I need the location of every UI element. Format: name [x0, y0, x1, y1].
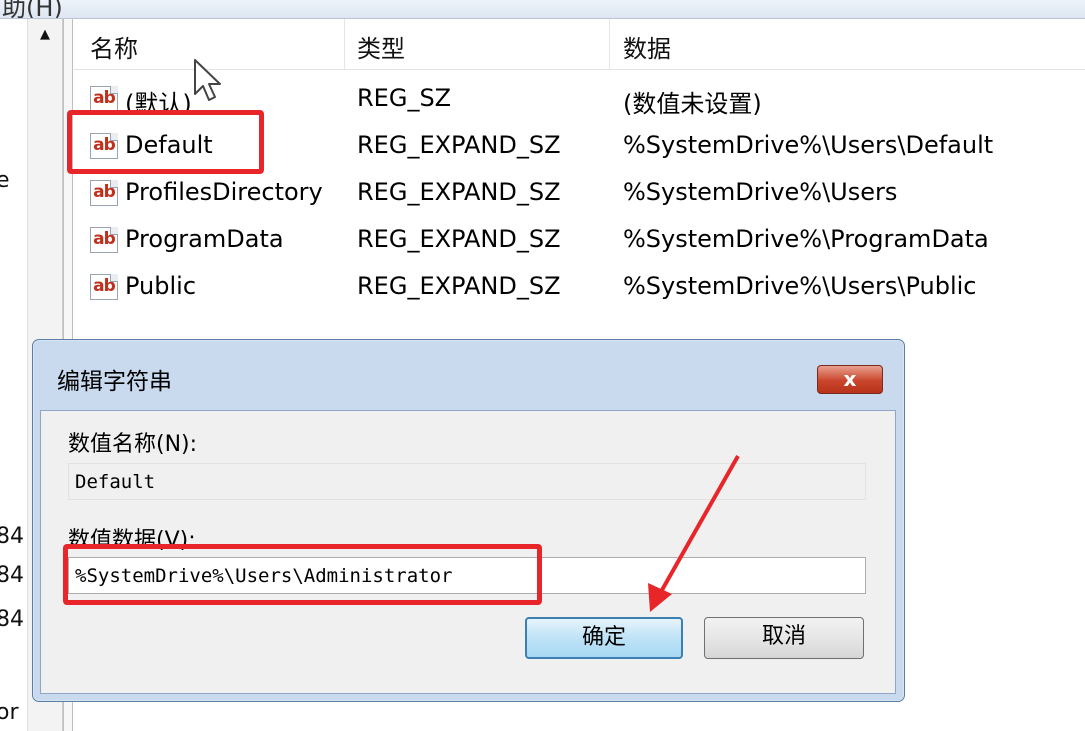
cancel-button[interactable]: 取消	[704, 617, 864, 659]
edit-string-dialog: 编辑字符串 x 数值名称(N): Default 数值数据(V): %Syste…	[32, 339, 905, 702]
column-header-data[interactable]: 数据	[623, 29, 671, 64]
value-type: REG_EXPAND_SZ	[357, 272, 561, 300]
value-data: %SystemDrive%\ProgramData	[623, 225, 989, 253]
value-type: REG_SZ	[357, 84, 452, 112]
column-divider[interactable]	[609, 19, 610, 69]
dialog-title: 编辑字符串	[57, 369, 172, 395]
column-divider[interactable]	[344, 19, 345, 69]
close-icon: x	[843, 367, 857, 391]
value-type: REG_EXPAND_SZ	[357, 131, 561, 159]
tree-fragment: e	[0, 168, 10, 193]
registry-value-row[interactable]: ab Public REG_EXPAND_SZ %SystemDrive%\Us…	[74, 264, 1085, 310]
value-data: %SystemDrive%\Users	[623, 178, 898, 206]
menu-bar: 助(H)	[0, 0, 1085, 19]
value-data: %SystemDrive%\Users\Public	[623, 272, 977, 300]
value-name: ProfilesDirectory	[125, 178, 323, 206]
string-value-icon: ab	[90, 86, 118, 112]
string-value-icon: ab	[90, 180, 118, 206]
registry-value-row[interactable]: ab ProgramData REG_EXPAND_SZ %SystemDriv…	[74, 217, 1085, 263]
value-data: (数值未设置)	[623, 90, 762, 118]
ok-button[interactable]: 确定	[525, 617, 683, 659]
tree-fragment: 84	[0, 607, 24, 632]
scroll-up-arrow-icon[interactable]: ▲	[28, 19, 62, 49]
value-name: Public	[125, 272, 197, 300]
registry-value-row[interactable]: ab ProfilesDirectory REG_EXPAND_SZ %Syst…	[74, 170, 1085, 216]
mouse-cursor-icon	[194, 59, 221, 101]
value-data: %SystemDrive%\Users\Default	[623, 131, 994, 159]
tree-fragment: or	[0, 700, 19, 725]
tree-fragment: 84	[0, 524, 24, 549]
value-name: ProgramData	[125, 225, 284, 253]
list-header: 名称 类型 数据	[74, 19, 1085, 70]
column-header-type[interactable]: 类型	[357, 29, 405, 64]
value-type: REG_EXPAND_SZ	[357, 225, 561, 253]
tree-fragment: 84	[0, 563, 24, 588]
string-value-icon: ab	[90, 274, 118, 300]
highlight-box-default	[67, 110, 264, 174]
close-button[interactable]: x	[817, 365, 883, 394]
highlight-box-value-data	[63, 544, 542, 605]
value-name-field: Default	[68, 463, 866, 500]
string-value-icon: ab	[90, 227, 118, 253]
value-name-label: 数值名称(N):	[68, 432, 198, 457]
value-type: REG_EXPAND_SZ	[357, 178, 561, 206]
menu-help-partial[interactable]: 助(H)	[2, 0, 63, 18]
column-header-name[interactable]: 名称	[90, 29, 138, 64]
